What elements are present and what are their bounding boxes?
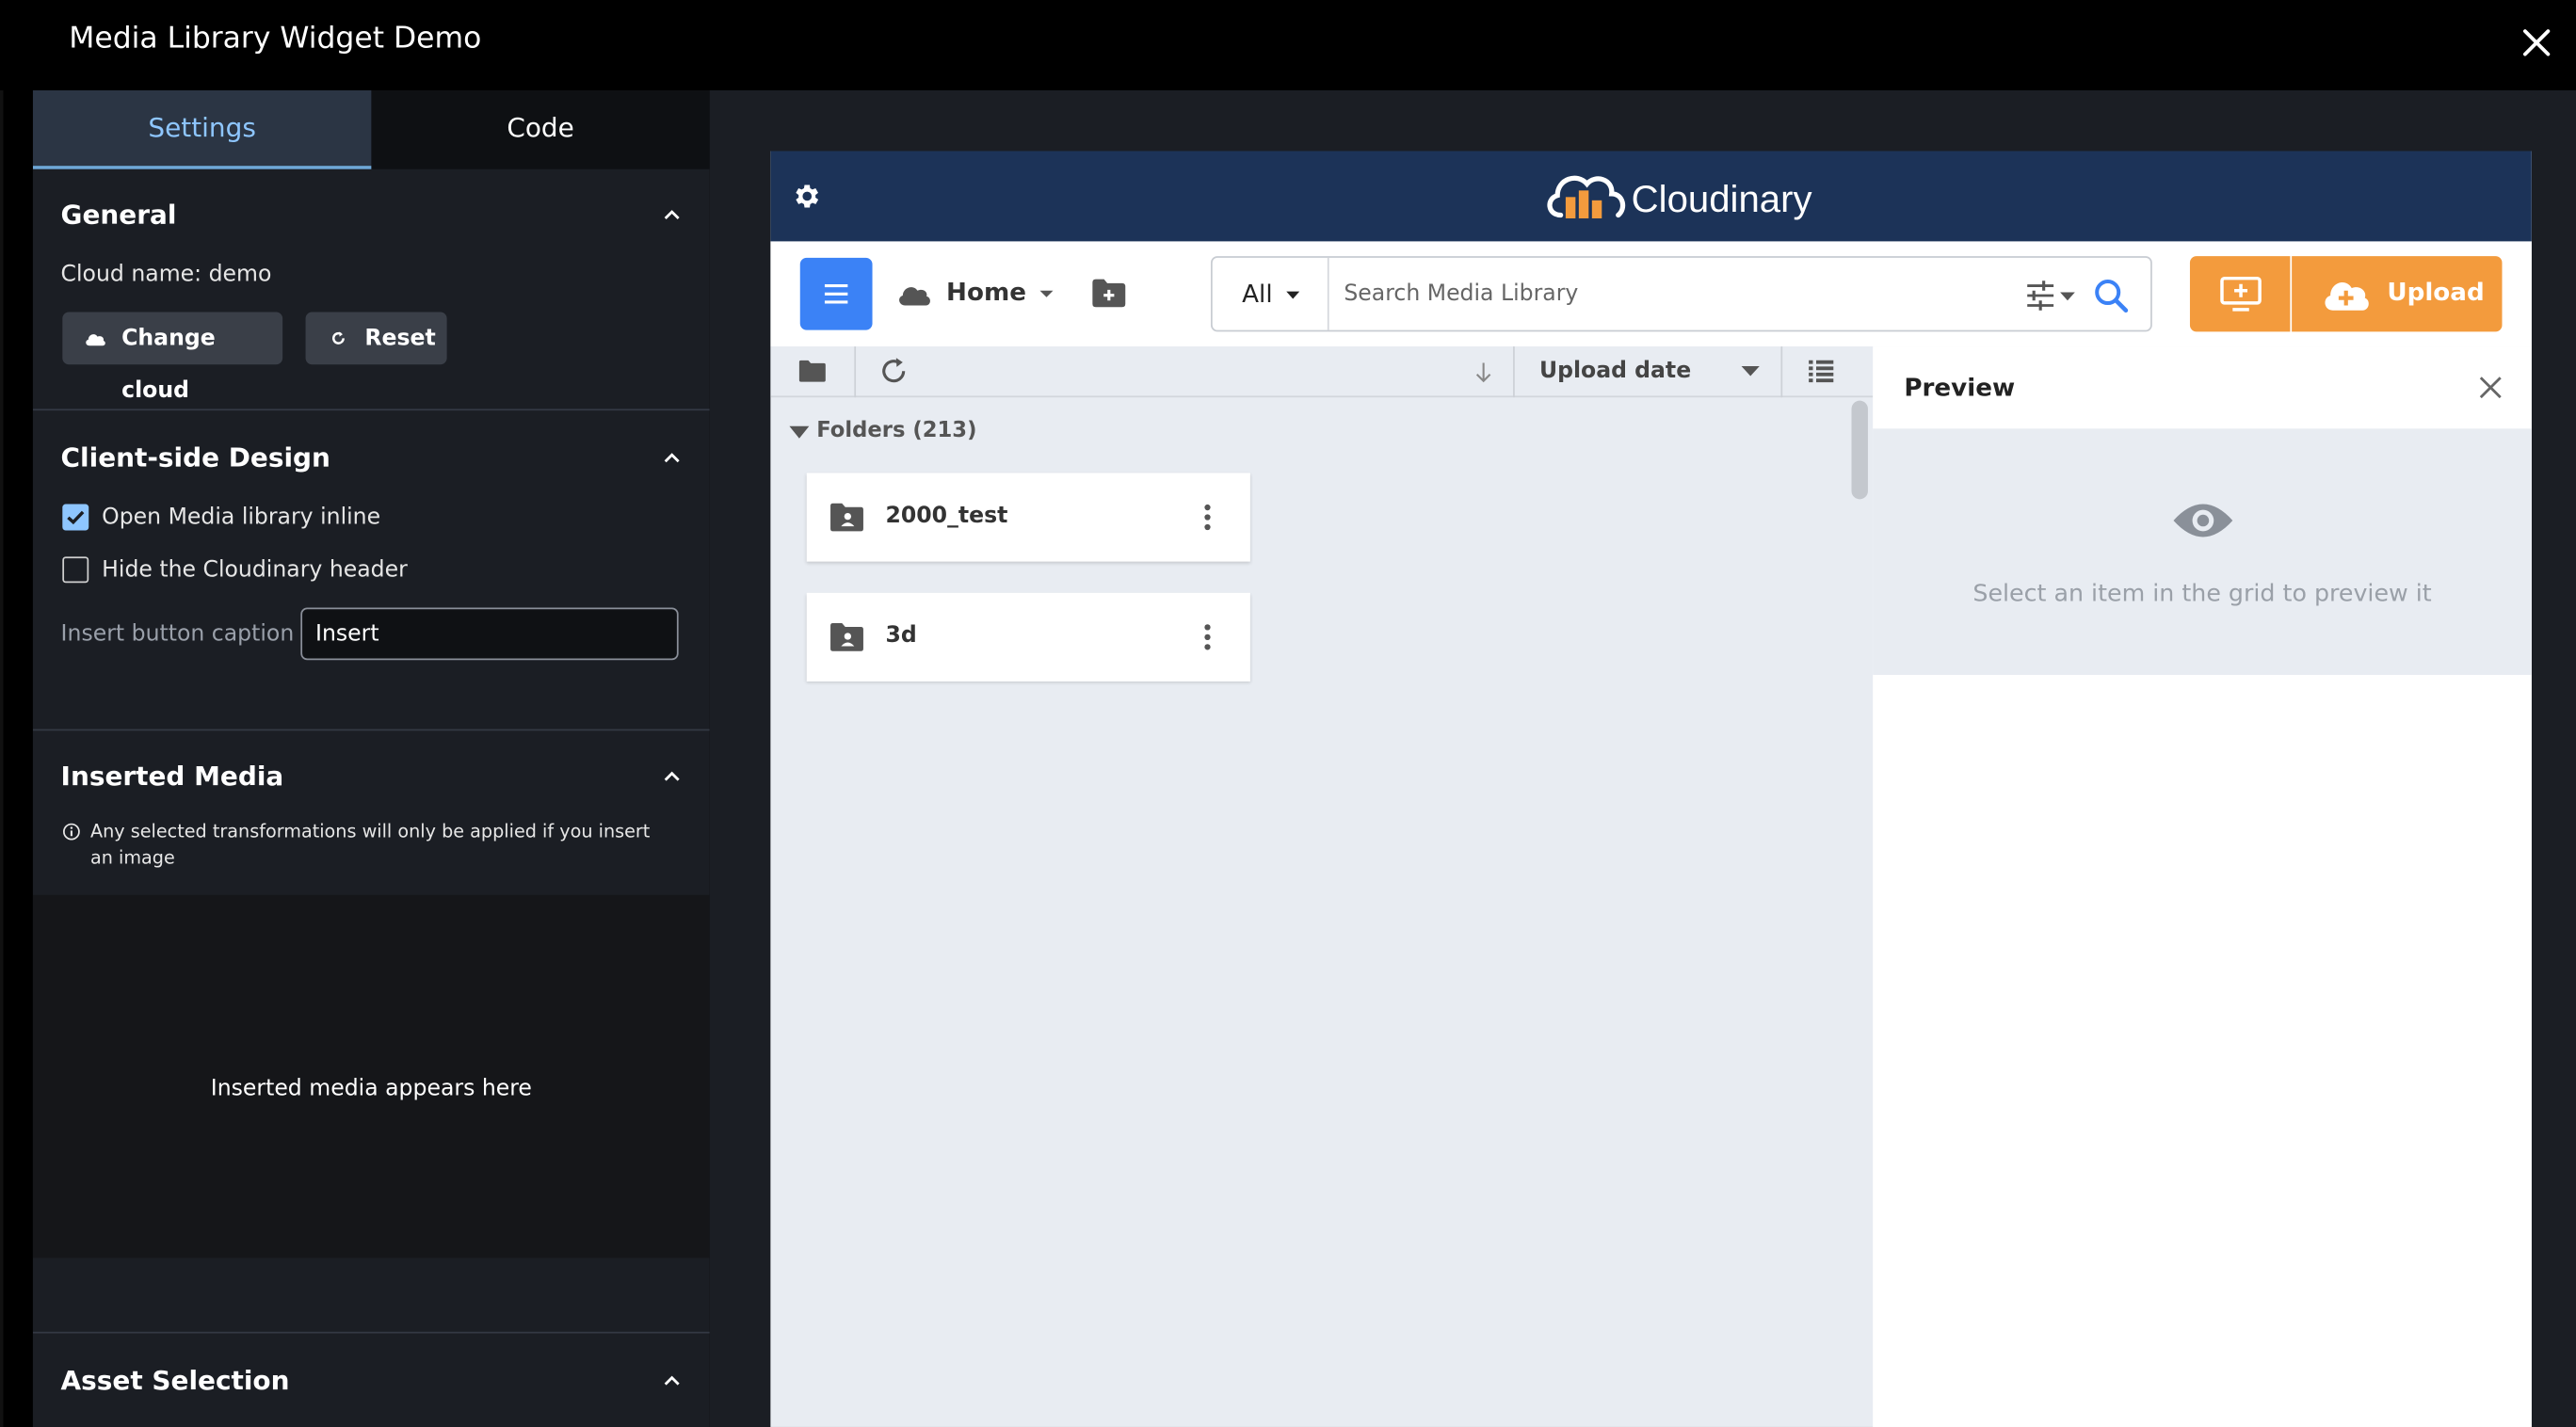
new-folder-icon[interactable]: [1091, 278, 1127, 309]
section-general-title[interactable]: General: [61, 199, 177, 230]
cloud-name-label: Cloud name: demo: [60, 261, 272, 288]
check-icon: [67, 510, 85, 525]
cloudinary-logo-icon: [1547, 175, 1626, 219]
change-cloud-label: Change cloud: [121, 325, 216, 405]
toolbar-separator: [1513, 346, 1515, 398]
chevron-down-icon[interactable]: [1038, 287, 1055, 300]
chevron-up-icon[interactable]: [660, 1370, 683, 1392]
filter-icon[interactable]: [2024, 280, 2080, 313]
cloud-icon: [86, 334, 105, 346]
open-inline-label[interactable]: Open Media library inline: [102, 505, 380, 531]
change-cloud-button[interactable]: Change cloud: [62, 312, 283, 404]
reset-button[interactable]: Reset: [305, 312, 447, 365]
sort-select[interactable]: Upload date: [1539, 358, 1691, 384]
folders-header[interactable]: Folders (213): [816, 419, 976, 443]
toolbar-separator: [854, 346, 857, 398]
chevron-down-icon[interactable]: [789, 425, 811, 441]
divider: [32, 1331, 710, 1334]
folder-card[interactable]: 2000_test: [806, 473, 1250, 562]
shared-folder-icon: [830, 503, 863, 532]
insert-caption-input[interactable]: Insert: [300, 607, 679, 661]
search-scope-select[interactable]: All: [1242, 280, 1272, 309]
divider: [32, 729, 710, 731]
home-breadcrumb[interactable]: Home: [946, 278, 1026, 307]
tab-code[interactable]: Code: [371, 90, 709, 169]
search-separator: [1327, 257, 1329, 330]
tab-settings[interactable]: Settings: [32, 89, 372, 169]
chevron-up-icon[interactable]: [660, 447, 683, 470]
preview-message: Select an item in the grid to preview it: [1972, 581, 2432, 608]
cloudinary-header: Cloudinary: [770, 151, 2532, 242]
chevron-up-icon[interactable]: [660, 765, 683, 788]
app-window: Media Library Widget Demo Settings Code …: [0, 0, 2576, 1427]
grid-scrollbar[interactable]: [1851, 400, 1868, 500]
upload-label: Upload: [2387, 277, 2485, 308]
menu-button[interactable]: [799, 257, 873, 330]
section-client-design-title[interactable]: Client-side Design: [61, 441, 330, 473]
close-icon[interactable]: [2517, 23, 2556, 62]
cloud-icon: [899, 287, 930, 306]
reset-label: Reset: [364, 325, 436, 352]
search-box: All Search Media Library: [1210, 256, 2152, 332]
folder-name: 2000_test: [885, 502, 1008, 529]
close-icon[interactable]: [2477, 375, 2504, 401]
list-view-icon[interactable]: [1807, 360, 1835, 383]
settings-panel: Settings Code General Cloud name: demo C…: [32, 89, 710, 1427]
preview-title: Preview: [1904, 373, 2016, 403]
search-icon[interactable]: [2093, 278, 2129, 313]
menu-icon: [824, 283, 848, 304]
folder-card[interactable]: 3d: [806, 592, 1250, 681]
chevron-down-icon[interactable]: [1740, 364, 1762, 377]
chevron-down-icon[interactable]: [1285, 291, 1301, 300]
insert-caption-label: Insert button caption: [60, 620, 295, 648]
window-edge: [0, 0, 4, 1427]
gear-icon[interactable]: [790, 181, 821, 212]
upload-button[interactable]: Upload: [2292, 256, 2503, 332]
tab-bar: Settings Code: [32, 89, 710, 169]
folder-name: 3d: [885, 622, 917, 649]
shared-folder-icon: [830, 623, 863, 651]
media-icon: [2220, 276, 2262, 312]
brand-name: Cloudinary: [1631, 177, 1812, 220]
search-input[interactable]: Search Media Library: [1344, 281, 1578, 307]
more-vertical-icon[interactable]: [1202, 622, 1212, 651]
open-inline-checkbox[interactable]: [62, 504, 89, 531]
more-vertical-icon[interactable]: [1202, 503, 1212, 532]
refresh-icon[interactable]: [879, 357, 909, 386]
section-asset-selection-title[interactable]: Asset Selection: [61, 1365, 290, 1396]
upload-cloud-icon: [2325, 281, 2369, 311]
transformations-note: Any selected transformations will only b…: [89, 821, 651, 869]
refresh-icon: [332, 331, 345, 345]
section-inserted-media-title[interactable]: Inserted Media: [61, 761, 284, 792]
folder-icon[interactable]: [798, 360, 827, 382]
media-library-widget: Cloudinary Home All Search Media Library: [770, 151, 2532, 1427]
window-title: Media Library Widget Demo: [69, 21, 482, 56]
chevron-up-icon[interactable]: [660, 203, 683, 226]
grid-toolbar: Upload date: [770, 346, 1874, 398]
toolbar: Home All Search Media Library Upload: [770, 241, 2532, 347]
inserted-media-empty-text: Inserted media appears here: [210, 1075, 532, 1102]
hide-header-label[interactable]: Hide the Cloudinary header: [102, 556, 408, 583]
toolbar-separator: [1780, 346, 1783, 398]
divider: [32, 409, 710, 411]
preview-placeholder: Select an item in the grid to preview it: [1873, 428, 2532, 675]
add-media-button[interactable]: [2189, 256, 2291, 332]
info-icon: [63, 823, 80, 841]
title-bar: Media Library Widget Demo: [0, 0, 2576, 90]
preview-panel: Preview Select an item in the grid to pr…: [1873, 346, 2532, 1427]
hide-header-checkbox[interactable]: [62, 556, 89, 584]
eye-icon: [2173, 504, 2233, 537]
sort-arrow-icon[interactable]: [1473, 361, 1493, 384]
